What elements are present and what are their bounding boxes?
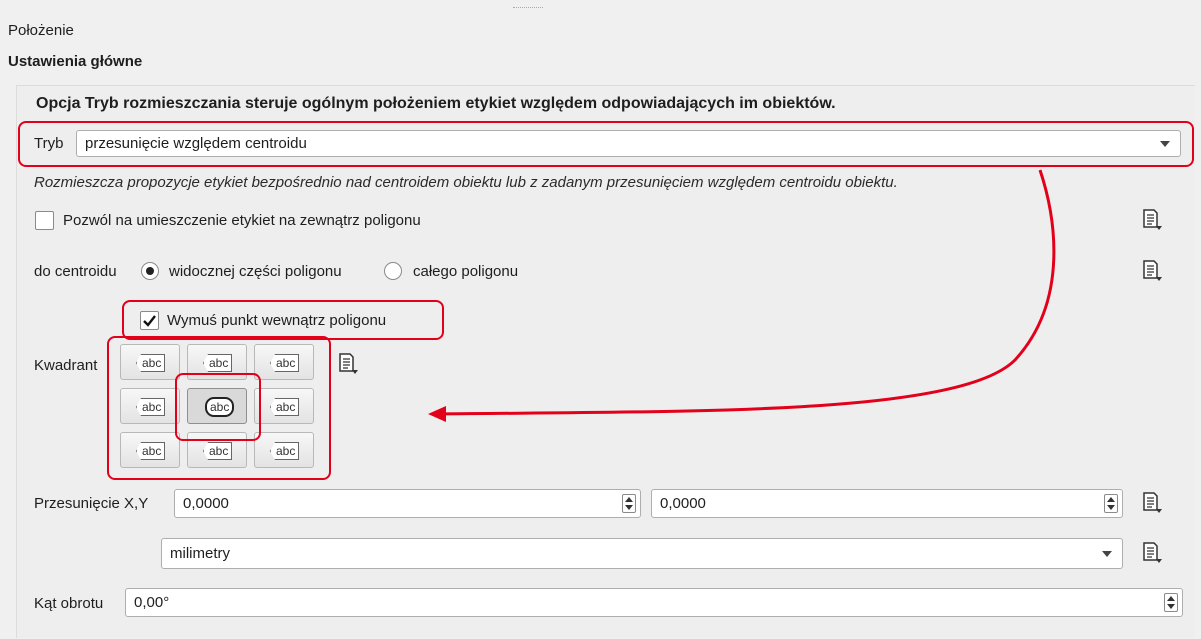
- quadrant-label-text: abc: [205, 397, 235, 417]
- offset-units-value: milimetry: [170, 545, 230, 562]
- force-inside-checkbox[interactable]: [140, 311, 159, 330]
- data-defined-override-icon[interactable]: [336, 352, 360, 376]
- centroid-whole-radio[interactable]: [384, 262, 402, 280]
- quadrant-label-text: abc: [136, 354, 166, 372]
- quadrant-label-text: abc: [270, 354, 300, 372]
- allow-outside-checkbox[interactable]: [35, 211, 54, 230]
- data-defined-override-icon[interactable]: [1140, 208, 1164, 232]
- centroid-visible-label: widocznej części poligonu: [169, 263, 342, 280]
- centroid-whole-label: całego poligonu: [413, 263, 519, 280]
- group-title: Ustawienia główne: [8, 53, 143, 70]
- mode-value: przesunięcie względem centroidu: [85, 135, 307, 152]
- mode-hint: Rozmieszcza propozycje etykiet bezpośred…: [34, 174, 898, 191]
- rotation-spinbox[interactable]: 0,00°: [125, 588, 1183, 617]
- data-defined-override-icon[interactable]: [1140, 491, 1164, 515]
- quadrant-label-text: abc: [270, 398, 300, 416]
- spin-arrows-icon[interactable]: [1104, 494, 1118, 513]
- quadrant-label-text: abc: [270, 442, 300, 460]
- spin-arrows-icon[interactable]: [622, 494, 636, 513]
- offset-x-spinbox[interactable]: 0,0000: [174, 489, 641, 518]
- quadrant-button-bottom[interactable]: abc: [187, 432, 247, 468]
- centroid-label: do centroidu: [34, 263, 117, 280]
- quadrant-label: Kwadrant: [34, 357, 98, 374]
- data-defined-override-icon[interactable]: [1140, 541, 1164, 565]
- allow-outside-label: Pozwól na umieszczenie etykiet na zewnąt…: [63, 212, 421, 229]
- quadrant-button-top[interactable]: abc: [187, 344, 247, 380]
- chevron-down-icon: [1160, 141, 1170, 147]
- mode-label: Tryb: [34, 135, 64, 152]
- rotation-label: Kąt obrotu: [34, 595, 104, 612]
- quadrant-button-bottom-right[interactable]: abc: [254, 432, 314, 468]
- offset-y-value: 0,0000: [660, 495, 706, 512]
- quadrant-label-text: abc: [203, 354, 233, 372]
- quadrant-button-center[interactable]: abc: [187, 388, 247, 424]
- offset-y-spinbox[interactable]: 0,0000: [651, 489, 1123, 518]
- data-defined-override-icon[interactable]: [1140, 259, 1164, 283]
- quadrant-button-bottom-left[interactable]: abc: [120, 432, 180, 468]
- spin-arrows-icon[interactable]: [1164, 593, 1178, 612]
- quadrant-button-left[interactable]: abc: [120, 388, 180, 424]
- checkmark-icon: [143, 315, 156, 327]
- quadrant-button-top-left[interactable]: abc: [120, 344, 180, 380]
- section-title: Położenie: [8, 22, 74, 39]
- centroid-visible-radio[interactable]: [141, 262, 159, 280]
- chevron-down-icon: [1102, 551, 1112, 557]
- quadrant-button-right[interactable]: abc: [254, 388, 314, 424]
- quadrant-button-top-right[interactable]: abc: [254, 344, 314, 380]
- quadrant-label-text: abc: [136, 442, 166, 460]
- rotation-value: 0,00°: [134, 594, 170, 611]
- offset-x-value: 0,0000: [183, 495, 229, 512]
- force-inside-label: Wymuś punkt wewnątrz poligonu: [167, 312, 387, 329]
- quadrant-label-text: abc: [136, 398, 166, 416]
- splitter-handle[interactable]: [513, 7, 543, 10]
- offset-units-combobox[interactable]: milimetry: [161, 538, 1123, 569]
- offset-label: Przesunięcie X,Y: [34, 495, 149, 512]
- placement-description: Opcja Tryb rozmieszczania steruje ogólny…: [36, 95, 836, 112]
- quadrant-label-text: abc: [203, 442, 233, 460]
- mode-combobox[interactable]: przesunięcie względem centroidu: [76, 130, 1181, 157]
